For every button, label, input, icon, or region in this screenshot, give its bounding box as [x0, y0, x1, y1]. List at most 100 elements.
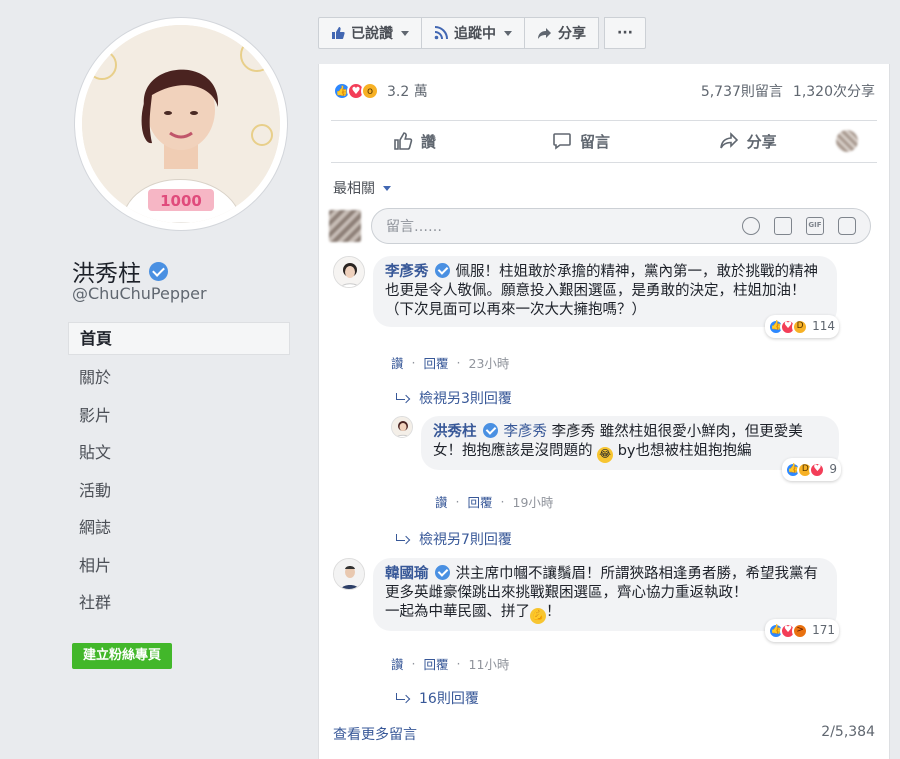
view-replies-label: 檢視另3則回覆 — [419, 391, 512, 407]
emoji-icon[interactable] — [742, 217, 760, 235]
sidebar-item-about[interactable]: 關於 — [68, 359, 290, 397]
love-reaction-icon: ♥ — [809, 461, 826, 478]
share-arrow-icon — [719, 132, 738, 149]
reply-like-link[interactable]: 讚 — [435, 492, 448, 511]
reply-bubble: 洪秀柱 李彥秀 李彥秀 雖然柱姐很愛小鮮肉，但更愛美女！抱抱應該是沒問題的 😂 b… — [421, 416, 841, 481]
user-avatar — [329, 210, 361, 242]
haha-reaction-icon: D — [792, 318, 809, 335]
reaction-count: 9 — [829, 462, 837, 476]
sidebar-item-videos[interactable]: 影片 — [68, 397, 290, 435]
share-page-label: 分享 — [558, 26, 586, 42]
comment-reactions[interactable]: 👍 ♥ D 114 — [765, 315, 839, 338]
comment-text: 洪主席巾幗不讓鬚眉！所謂狹路相逢勇者勝，希望我黨有更多英雌豪傑跳出來挑戰艱困選區… — [385, 566, 818, 601]
chevron-down-icon — [383, 185, 391, 191]
comments-count[interactable]: 5,737則留言 — [701, 81, 783, 101]
reply-reply-link[interactable]: 回覆 — [468, 492, 493, 511]
post-as-avatar[interactable] — [831, 130, 863, 152]
comment-meta: 讚 · 回覆 · 11小時 — [391, 654, 509, 673]
comment-input[interactable]: 留言…… GIF — [371, 208, 871, 244]
blurred-avatar-image — [836, 130, 859, 152]
share-button[interactable]: 分享 — [664, 131, 831, 152]
separator-dot: · — [456, 355, 461, 370]
replier-avatar[interactable] — [391, 416, 413, 438]
like-button[interactable]: 讚 — [331, 131, 498, 152]
comment-reactions[interactable]: 👍 ♥ > 171 — [765, 619, 839, 642]
comment-author[interactable]: 韓國瑜 — [385, 566, 429, 582]
separator-dot: · — [411, 355, 416, 370]
more-options-button[interactable]: ··· — [604, 17, 646, 49]
share-label: 分享 — [746, 132, 777, 151]
comment-bubble: 韓國瑜 洪主席巾幗不讓鬚眉！所謂狹路相逢勇者勝，希望我黨有更多英雌豪傑跳出來挑戰艱… — [373, 558, 839, 642]
liked-label: 已說讚 — [351, 26, 393, 42]
sort-label: 最相關 — [333, 181, 375, 197]
comment-reply-link[interactable]: 回覆 — [424, 654, 449, 673]
comment-author[interactable]: 李彥秀 — [385, 264, 429, 280]
following-button[interactable]: 追蹤中 — [421, 17, 525, 49]
reaction-count[interactable]: 3.2 萬 — [387, 81, 428, 101]
comments-footer: 查看更多留言 2/5,384 — [333, 724, 875, 744]
view-replies-label: 16則回覆 — [419, 691, 479, 707]
shares-count[interactable]: 1,320次分享 — [793, 81, 875, 101]
reaction-icons[interactable]: 👍 ♥ o — [333, 82, 379, 100]
wow-reaction-icon: o — [361, 82, 379, 100]
angry-reaction-icon: > — [792, 622, 809, 639]
comment-time[interactable]: 11小時 — [469, 654, 510, 673]
laughing-emoji-icon: 😂 — [597, 447, 614, 463]
comment-reply-link[interactable]: 回覆 — [424, 353, 449, 372]
comment-item: 李彥秀 佩服！柱姐敢於承擔的精神，黨內第一，敢於挑戰的精神也更是令人敬佩。願意投入… — [333, 256, 847, 338]
camera-icon[interactable] — [774, 217, 792, 235]
avatar-image — [334, 257, 364, 287]
sidebar-item-notes[interactable]: 網誌 — [68, 509, 290, 547]
view-more-comments-link[interactable]: 查看更多留言 — [333, 724, 417, 744]
divider — [331, 162, 877, 163]
page-title[interactable]: 洪秀柱 — [72, 254, 168, 288]
reply-arrow-icon — [395, 393, 409, 403]
comment-text-line2-end: ！ — [546, 604, 561, 620]
view-more-replies-link[interactable]: 檢視另7則回覆 — [395, 529, 512, 549]
comment-like-link[interactable]: 讚 — [391, 654, 404, 673]
chevron-down-icon — [401, 30, 409, 36]
share-arrow-icon — [538, 27, 551, 39]
view-replies-link[interactable]: 16則回覆 — [395, 688, 479, 708]
sidebar-item-events[interactable]: 活動 — [68, 472, 290, 510]
sticker-icon[interactable] — [838, 217, 856, 235]
gif-icon[interactable]: GIF — [806, 217, 824, 235]
commenter-avatar[interactable] — [333, 558, 365, 590]
like-label: 讚 — [420, 132, 436, 151]
view-more-replies-label: 檢視另7則回覆 — [419, 532, 512, 548]
reply-mention[interactable]: 李彥秀 — [504, 424, 548, 440]
reply-reactions[interactable]: 👍 D ♥ 9 — [782, 458, 841, 481]
share-page-button[interactable]: 分享 — [524, 17, 599, 49]
following-label: 追蹤中 — [454, 26, 496, 42]
comment-button[interactable]: 留言 — [498, 131, 665, 152]
comment-like-link[interactable]: 讚 — [391, 353, 404, 372]
comment-sort-dropdown[interactable]: 最相關 — [333, 178, 391, 198]
comment-time[interactable]: 23小時 — [469, 353, 510, 372]
page-handle[interactable]: @ChuChuPepper — [72, 284, 207, 303]
profile-photo-illustration: 1000 — [82, 25, 280, 223]
composer-tools: GIF — [742, 217, 856, 235]
commenter-avatar[interactable] — [333, 256, 365, 288]
sidebar-nav: 首頁 關於 影片 貼文 活動 網誌 相片 社群 — [68, 322, 290, 622]
profile-picture[interactable]: 1000 — [74, 17, 288, 231]
verified-badge-icon — [482, 423, 498, 438]
more-dots-icon: ··· — [617, 25, 633, 41]
sidebar-item-home[interactable]: 首頁 — [68, 322, 290, 355]
liked-button[interactable]: 已說讚 — [318, 17, 422, 49]
comment-pagination-count: 2/5,384 — [821, 724, 875, 740]
sidebar-item-photos[interactable]: 相片 — [68, 547, 290, 585]
post-card: 👍 ♥ o 3.2 萬 5,737則留言 1,320次分享 讚 留言 分享 最相… — [318, 64, 890, 759]
divider — [331, 120, 877, 121]
separator-dot: · — [411, 656, 416, 671]
create-page-button[interactable]: 建立粉絲專頁 — [72, 643, 173, 669]
sidebar-item-community[interactable]: 社群 — [68, 584, 290, 622]
reply-author[interactable]: 洪秀柱 — [433, 424, 477, 440]
comment-text-line2: 一起為中華民國、拼了 — [385, 604, 530, 620]
reply-time[interactable]: 19小時 — [513, 492, 554, 511]
comment-bubble-icon — [553, 133, 571, 150]
sidebar-item-posts[interactable]: 貼文 — [68, 434, 290, 472]
view-replies-link[interactable]: 檢視另3則回覆 — [395, 388, 512, 408]
reply-arrow-icon — [395, 693, 409, 703]
comment-placeholder: 留言…… — [386, 219, 442, 235]
page-name[interactable]: 洪秀柱 — [72, 254, 141, 288]
